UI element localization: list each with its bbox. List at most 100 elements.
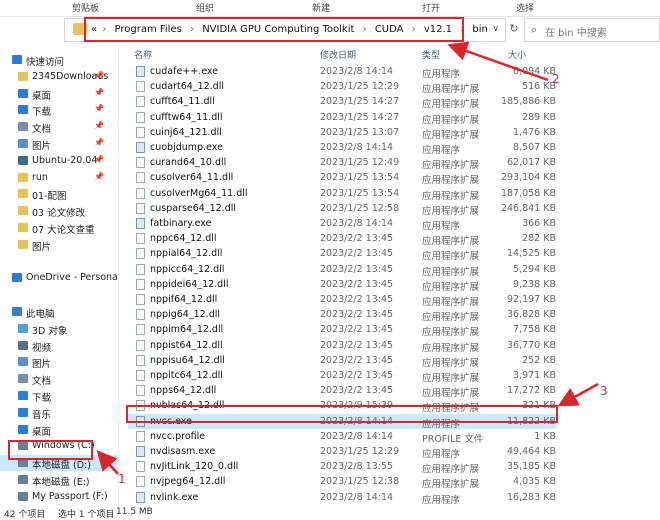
file-row[interactable]: npps64_12.dll 2023/2/2 13:45 应用程序扩展 17,272 … — [128, 383, 556, 399]
ribbon-open[interactable]: 打开 — [422, 1, 440, 14]
file-row[interactable]: nppig64_12.dll 2023/2/2 13:45 应用程序扩展 36,828… — [128, 307, 556, 323]
file-type: 应用程序扩展 — [422, 327, 480, 339]
sidebar-item[interactable]: 视频 — [0, 338, 118, 354]
file-size: 5,294 KB — [513, 263, 556, 275]
sidebar-item[interactable]: 图片 — [0, 237, 118, 253]
sidebar-scrollbar[interactable] — [118, 48, 119, 506]
ribbon-select[interactable]: 选择 — [516, 1, 534, 14]
sidebar-item[interactable]: 快速访问 — [0, 52, 118, 68]
file-date: 2023/2/2 13:45 — [320, 339, 394, 351]
file-row[interactable]: cudafe++.exe 2023/2/8 14:14 应用程序 6,094 KB — [128, 64, 556, 80]
file-row[interactable]: nppial64_12.dll 2023/2/2 13:45 应用程序扩展 14,52… — [128, 246, 556, 262]
file-row[interactable]: nppisu64_12.dll 2023/2/2 13:45 应用程序扩展 252 K… — [128, 353, 556, 369]
column-header-size[interactable]: 大小 — [508, 48, 526, 62]
file-row[interactable]: curand64_10.dll 2023/1/25 12:49 应用程序扩展 62,0… — [128, 155, 556, 172]
ribbon-clipboard[interactable]: 剪贴板 — [72, 1, 99, 14]
file-row[interactable]: nppicc64_12.dll 2023/2/2 13:45 应用程序扩展 5,294… — [128, 262, 556, 278]
file-row[interactable]: cusparse64_12.dll 2023/1/25 12:58 应用程序扩展 24… — [128, 201, 556, 217]
chevron-down-icon[interactable]: ∨ — [492, 24, 499, 34]
sidebar-item[interactable]: 图片 — [0, 354, 118, 370]
sidebar-item[interactable]: 桌面 📌 — [0, 86, 118, 102]
sidebar-item[interactable]: 03 论文修改 — [0, 203, 118, 219]
file-size: 7,758 KB — [513, 324, 556, 336]
file-row[interactable]: nppidei64_12.dll 2023/2/2 13:45 应用程序扩展 9,23… — [128, 277, 556, 293]
sidebar-item[interactable]: Ubuntu-20.04 📌 — [0, 153, 118, 169]
sidebar-item[interactable]: 音乐 — [0, 405, 118, 421]
file-row[interactable]: cufft64_11.dll 2023/1/25 14:27 应用程序扩展 185,8… — [128, 94, 556, 110]
sidebar-item[interactable]: 3D 对象 — [0, 321, 118, 337]
file-type: 应用程序扩展 — [422, 464, 480, 476]
file-type: 应用程序扩展 — [422, 357, 480, 369]
file-size: 9,238 KB — [513, 278, 556, 290]
sidebar-item[interactable]: OneDrive - Persona — [0, 270, 118, 286]
file-name: nppig64_12.dll — [150, 309, 221, 321]
search-box[interactable]: ⌕ 在 bin 中搜索 — [524, 18, 660, 42]
file-name: nvJitLink_120_0.dll — [150, 461, 239, 473]
dll-file-icon — [136, 248, 145, 260]
file-size: 3,971 KB — [513, 370, 556, 381]
pin-icon[interactable]: 📌 — [94, 88, 104, 97]
file-row[interactable]: nvdisasm.exe 2023/1/25 12:29 应用程序 49,464 KB — [128, 444, 556, 460]
file-size: 14,525 KB — [506, 248, 556, 260]
file-size: 1 KB — [534, 430, 556, 442]
file-row[interactable]: cudart64_12.dll 2023/1/25 12:29 应用程序扩展 516 … — [128, 79, 556, 95]
sidebar-item[interactable]: 本地磁盘 (E:) — [0, 472, 118, 488]
pin-icon[interactable]: 📌 — [94, 155, 104, 164]
pin-icon[interactable]: 📌 — [94, 121, 104, 130]
application-icon — [136, 66, 145, 77]
document-icon — [18, 374, 28, 384]
file-name: cudart64_12.dll — [150, 81, 224, 93]
file-row[interactable]: nppc64_12.dll 2023/2/2 13:45 应用程序扩展 282 KB — [128, 231, 556, 247]
file-size: 17,272 KB — [506, 385, 556, 397]
sidebar-item[interactable]: 图片 📌 — [0, 136, 118, 152]
sidebar-item[interactable]: 01-配图 — [0, 186, 118, 202]
file-name: nppidei64_12.dll — [150, 278, 229, 290]
file-row[interactable]: cuinj64_121.dll 2023/1/25 13:07 应用程序扩展 1,47… — [128, 125, 556, 141]
sidebar-item[interactable]: 下载 📌 — [0, 102, 118, 118]
sidebar-item[interactable]: 此电脑 — [0, 304, 118, 320]
sidebar-item[interactable]: 07 大论文查重 — [0, 220, 118, 236]
file-type: 应用程序扩展 — [422, 190, 480, 202]
ribbon-new[interactable]: 新建 — [312, 1, 330, 14]
sidebar-item[interactable]: 文档 📌 — [0, 119, 118, 135]
sidebar-item[interactable]: 桌面 — [0, 422, 118, 438]
file-date: 2023/2/8 14:14 — [320, 66, 394, 77]
file-row[interactable]: nvlink.exe 2023/2/8 14:14 应用程序 16,283 KB — [128, 490, 556, 506]
sidebar-item[interactable]: My Passport (F:) — [0, 489, 118, 505]
file-date: 2023/1/25 12:29 — [320, 81, 400, 93]
file-row[interactable]: nvJitLink_120_0.dll 2023/2/8 13:55 应用程序扩展 3… — [128, 459, 556, 476]
status-bar: 42 个项目 选中 1 个项目 11.5 MB — [0, 506, 660, 520]
pin-icon[interactable]: 📌 — [94, 71, 104, 80]
annotation-number-3: 3 — [600, 384, 608, 398]
pin-icon[interactable]: 📌 — [94, 172, 104, 181]
file-row[interactable]: nppist64_12.dll 2023/2/2 13:45 应用程序扩展 36,77… — [128, 338, 556, 354]
file-row[interactable]: fatbinary.exe 2023/2/8 14:14 应用程序 366 KB — [128, 216, 556, 232]
file-row[interactable]: cufftw64_11.dll 2023/1/25 14:27 应用程序扩展 289 … — [128, 110, 556, 126]
file-type: 应用程序扩展 — [422, 160, 480, 172]
file-row[interactable]: nvcc.profile 2023/2/8 14:14 PROFILE 文件 1 KB — [128, 429, 556, 445]
sidebar-item[interactable]: run 📌 — [0, 170, 118, 186]
sidebar-item[interactable]: 2345Downloads 📌 — [0, 69, 118, 85]
file-row[interactable]: nvjpeg64_12.dll 2023/1/25 12:38 应用程序扩展 4,03… — [128, 474, 556, 490]
column-header-name[interactable]: 名称 — [134, 48, 152, 62]
ribbon-organize[interactable]: 组织 — [196, 1, 214, 14]
breadcrumb-bin[interactable]: bin — [472, 24, 487, 35]
dll-file-icon — [136, 233, 145, 245]
file-row[interactable]: nppitc64_12.dll 2023/2/2 13:45 应用程序扩展 3,971… — [128, 368, 556, 384]
sidebar-item[interactable]: 文档 — [0, 371, 118, 387]
sidebar-item-label: 音乐 — [32, 409, 52, 421]
column-header-date[interactable]: 修改日期 — [320, 48, 356, 62]
column-header-type[interactable]: 类型 — [422, 48, 440, 62]
file-row[interactable]: nppim64_12.dll 2023/2/2 13:45 应用程序扩展 7,758 … — [128, 322, 556, 339]
file-row[interactable]: cuobjdump.exe 2023/2/8 14:14 应用程序 8,507 KB — [128, 140, 556, 156]
pin-icon[interactable]: 📌 — [94, 104, 104, 113]
file-row[interactable]: nppif64_12.dll 2023/2/2 13:45 应用程序扩展 92,197… — [128, 292, 556, 308]
search-input[interactable]: 在 bin 中搜索 — [545, 24, 607, 39]
file-row[interactable]: cusolverMg64_11.dll 2023/1/25 13:54 应用程序扩展… — [128, 186, 556, 202]
pin-icon[interactable]: 📌 — [94, 138, 104, 147]
file-name: cuobjdump.exe — [150, 142, 223, 153]
file-date: 2023/1/25 12:58 — [320, 202, 400, 214]
file-row[interactable]: cusolver64_11.dll 2023/1/25 13:54 应用程序扩展 29… — [128, 170, 556, 186]
sidebar-item[interactable]: 下载 — [0, 388, 118, 404]
refresh-icon[interactable]: ↻ — [506, 18, 522, 40]
